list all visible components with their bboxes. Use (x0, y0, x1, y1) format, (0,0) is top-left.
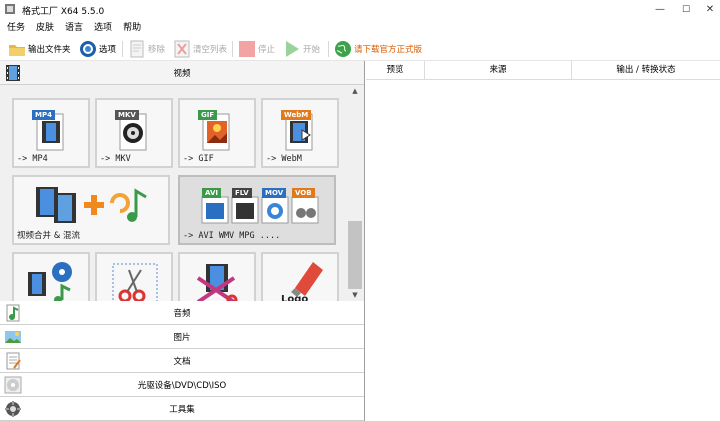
scroll-up-arrow-icon[interactable]: ▲ (346, 85, 364, 97)
mov-badge: MOV (262, 188, 287, 198)
audio-category-label: 音频 (173, 309, 191, 319)
play-icon (286, 41, 299, 57)
mp4-badge: MP4 (32, 110, 55, 120)
options-icon (80, 41, 96, 57)
document-category-label: 文档 (173, 357, 191, 367)
mkv-tile-label: -> MKV (100, 154, 131, 164)
remove-label: 移除 (148, 45, 166, 55)
mkv-badge: MKV (115, 110, 139, 120)
globe-icon (335, 41, 351, 57)
avi-badge: AVI (202, 188, 221, 198)
maximize-button[interactable]: ☐ (674, 0, 698, 20)
scrollbar-thumb[interactable] (348, 221, 362, 289)
minimize-button[interactable]: — (648, 0, 672, 20)
webm-tile-label: -> WebM (266, 154, 302, 164)
output-folder-button[interactable]: 输出文件夹 (8, 39, 71, 59)
toolbox-category-label: 工具集 (169, 405, 195, 415)
gif-tile[interactable]: GIF -> GIF (178, 98, 256, 168)
task-list: 预览 来源 输出 / 转换状态 (366, 61, 720, 421)
image-category-header[interactable]: 图片 (0, 325, 364, 349)
toolbar-separator (232, 41, 233, 57)
flv-badge: FLV (232, 188, 252, 198)
mp4-tile[interactable]: MP4 -> MP4 (12, 98, 90, 168)
clear-list-label: 清空列表 (193, 45, 228, 55)
video-to-audio-icon (28, 262, 72, 301)
menu-item-task[interactable]: 任务 (3, 20, 29, 37)
output-folder-label: 输出文件夹 (28, 45, 71, 55)
app-icon (5, 4, 15, 14)
toolbar-separator (328, 41, 329, 57)
video-category-label: 视频 (173, 69, 191, 79)
gif-tile-label: -> GIF (183, 154, 214, 164)
video-category-header[interactable]: 视频 (0, 61, 364, 85)
clear-list-button[interactable]: 清空列表 (173, 39, 227, 59)
menu-item-options[interactable]: 选项 (90, 20, 116, 37)
stop-button[interactable]: 停止 (238, 39, 275, 59)
video-edit-tile[interactable] (178, 252, 256, 301)
video-merge-mux-label: 视频合并 & 混流 (17, 231, 81, 241)
disc-category-label: 光驱设备\DVD\CD\ISO (137, 381, 227, 391)
toolbox-category-header[interactable]: 工具集 (0, 397, 364, 421)
toolbar-separator (122, 41, 123, 57)
clear-list-icon (174, 40, 190, 58)
stop-label: 停止 (258, 45, 276, 55)
folder-icon (9, 45, 25, 56)
close-button[interactable]: ✕ (698, 0, 720, 20)
column-header-source[interactable]: 来源 (425, 61, 572, 80)
column-header-output-status[interactable]: 输出 / 转换状态 (572, 61, 720, 80)
vob-badge: VOB (292, 188, 315, 198)
image-category-label: 图片 (173, 333, 191, 343)
gif-badge: GIF (198, 110, 218, 120)
audio-category-header[interactable]: 音频 (0, 301, 364, 325)
disc-category-header[interactable]: 光驱设备\DVD\CD\ISO (0, 373, 364, 397)
mkv-tile[interactable]: MKV -> MKV (95, 98, 173, 168)
mp4-tile-label: -> MP4 (17, 154, 48, 164)
start-label: 开始 (303, 45, 321, 55)
scissors-crop-icon (112, 263, 158, 301)
stop-icon (239, 41, 255, 57)
start-button[interactable]: 开始 (283, 39, 320, 59)
video-tiles-area: MP4 -> MP4 MKV -> MKV GIF -> GIF WebM ->… (0, 85, 346, 301)
document-category-header[interactable]: 文档 (0, 349, 364, 373)
svg-text:Logo: Logo (281, 294, 308, 301)
remove-logo-tile[interactable]: Logo (261, 252, 339, 301)
title-bar: 格式工厂 X64 5.5.0 — ☐ ✕ (0, 0, 720, 20)
avi-wmv-mpg-label: -> AVI WMV MPG .... (183, 231, 281, 241)
column-header-preview[interactable]: 预览 (366, 61, 425, 80)
webm-tile[interactable]: WebM -> WebM (261, 98, 339, 168)
remove-icon (130, 40, 144, 58)
menu-item-language[interactable]: 语言 (61, 20, 87, 37)
tiles-scrollbar[interactable]: ▲ ▼ (346, 85, 364, 301)
eraser-icon: Logo (281, 262, 323, 301)
avi-wmv-mpg-tile[interactable]: AVI FLV MOV VOB -> AVI WMV MPG .... (178, 175, 336, 245)
menu-bar: 任务 皮肤 语言 选项 帮助 (0, 20, 720, 37)
video-cut-tile[interactable] (95, 252, 173, 301)
toolbar: 输出文件夹 选项 移除 清空列表 停止 开始 请下载官方正式版 (0, 37, 720, 61)
extract-audio-tile[interactable] (12, 252, 90, 301)
download-official-link[interactable]: 请下载官方正式版 (334, 39, 422, 59)
menu-item-skin[interactable]: 皮肤 (32, 20, 58, 37)
options-button[interactable]: 选项 (79, 39, 116, 59)
merge-mux-icon (36, 187, 147, 223)
category-panel: 视频 MP4 -> MP4 MKV -> MKV GIF -> GIF WebM… (0, 61, 365, 421)
options-label: 选项 (99, 45, 117, 55)
video-merge-mux-tile[interactable]: 视频合并 & 混流 (12, 175, 170, 245)
video-edit-icon (196, 264, 238, 301)
menu-item-help[interactable]: 帮助 (119, 20, 145, 37)
download-official-label: 请下载官方正式版 (354, 45, 423, 55)
remove-button[interactable]: 移除 (128, 39, 165, 59)
window-title: 格式工厂 X64 5.5.0 (22, 7, 105, 17)
webm-badge: WebM (281, 110, 312, 120)
scroll-down-arrow-icon[interactable]: ▼ (346, 289, 364, 301)
